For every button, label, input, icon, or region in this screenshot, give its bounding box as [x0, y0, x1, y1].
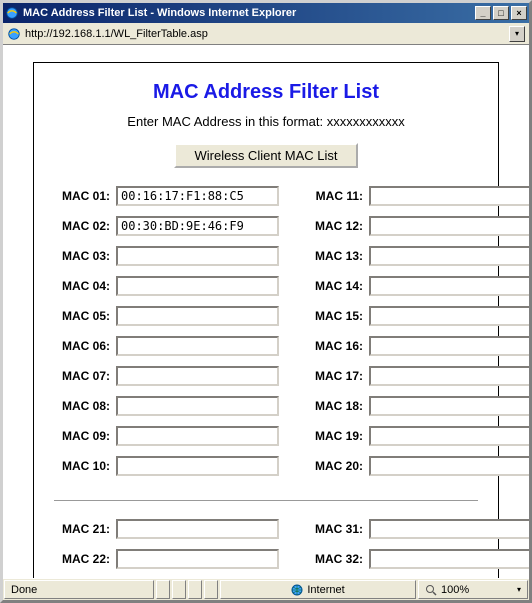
zone-text: Internet [307, 584, 344, 596]
page-content: MAC Address Filter List Enter MAC Addres… [33, 62, 499, 578]
mac-input-02[interactable] [116, 216, 279, 236]
maximize-button[interactable]: □ [493, 6, 509, 20]
mac-input-05[interactable] [116, 306, 279, 326]
mac-label: MAC 15: [307, 309, 363, 323]
mac-label: MAC 21: [54, 522, 110, 536]
mac-columns-top: MAC 01: MAC 02: MAC 03: MAC 04: MAC 05: … [54, 186, 478, 486]
mac-label: MAC 16: [307, 339, 363, 353]
mac-input-20[interactable] [369, 456, 529, 476]
mac-label: MAC 32: [307, 552, 363, 566]
mac-label: MAC 22: [54, 552, 110, 566]
mac-input-14[interactable] [369, 276, 529, 296]
mac-input-09[interactable] [116, 426, 279, 446]
section-divider [54, 500, 478, 501]
mac-label: MAC 06: [54, 339, 110, 353]
window-title: MAC Address Filter List - Windows Intern… [23, 7, 475, 19]
mac-input-04[interactable] [116, 276, 279, 296]
mac-label: MAC 18: [307, 399, 363, 413]
window-controls: _ □ × [475, 6, 527, 20]
status-slot [156, 580, 170, 599]
status-slot [172, 580, 186, 599]
mac-label: MAC 02: [54, 219, 110, 233]
mac-label: MAC 07: [54, 369, 110, 383]
globe-icon [291, 584, 303, 596]
mac-col-right-bottom: MAC 31: MAC 32: MAC 33: [307, 519, 529, 578]
mac-label: MAC 03: [54, 249, 110, 263]
mac-label: MAC 19: [307, 429, 363, 443]
mac-input-17[interactable] [369, 366, 529, 386]
url-dropdown-icon[interactable]: ▾ [509, 26, 525, 42]
mac-label: MAC 31: [307, 522, 363, 536]
page-icon [7, 27, 21, 41]
minimize-button[interactable]: _ [475, 6, 491, 20]
mac-input-22[interactable] [116, 549, 279, 569]
instruction-text: Enter MAC Address in this format: xxxxxx… [54, 114, 478, 129]
mac-input-16[interactable] [369, 336, 529, 356]
mac-label: MAC 08: [54, 399, 110, 413]
mac-input-12[interactable] [369, 216, 529, 236]
mac-label: MAC 09: [54, 429, 110, 443]
mac-col-left-top: MAC 01: MAC 02: MAC 03: MAC 04: MAC 05: … [54, 186, 279, 486]
mac-input-06[interactable] [116, 336, 279, 356]
mac-label: MAC 17: [307, 369, 363, 383]
mac-input-32[interactable] [369, 549, 529, 569]
status-slot [188, 580, 202, 599]
chevron-down-icon[interactable]: ▾ [517, 585, 521, 594]
mac-input-31[interactable] [369, 519, 529, 539]
mac-label: MAC 05: [54, 309, 110, 323]
mac-label: MAC 20: [307, 459, 363, 473]
browser-window: MAC Address Filter List - Windows Intern… [0, 0, 532, 603]
mac-col-right-top: MAC 11: MAC 12: MAC 13: MAC 14: MAC 15: … [307, 186, 529, 486]
status-zone: Internet [220, 580, 416, 599]
mac-input-10[interactable] [116, 456, 279, 476]
status-bar: Done Internet 100% ▾ [3, 578, 529, 600]
mac-label: MAC 04: [54, 279, 110, 293]
page-viewport: MAC Address Filter List Enter MAC Addres… [3, 45, 529, 578]
mac-input-15[interactable] [369, 306, 529, 326]
address-bar: http://192.168.1.1/WL_FilterTable.asp ▾ [3, 23, 529, 45]
mac-input-13[interactable] [369, 246, 529, 266]
mac-input-01[interactable] [116, 186, 279, 206]
mac-label: MAC 12: [307, 219, 363, 233]
zoom-text: 100% [441, 584, 469, 596]
mac-columns-bottom: MAC 21: MAC 22: MAC 23: MAC 31: MAC 32: … [54, 519, 478, 578]
mac-label: MAC 13: [307, 249, 363, 263]
titlebar: MAC Address Filter List - Windows Intern… [3, 3, 529, 23]
url-text[interactable]: http://192.168.1.1/WL_FilterTable.asp [25, 28, 505, 40]
mac-label: MAC 14: [307, 279, 363, 293]
mac-input-19[interactable] [369, 426, 529, 446]
status-zoom[interactable]: 100% ▾ [418, 580, 528, 599]
mac-label: MAC 11: [307, 189, 363, 203]
mac-input-11[interactable] [369, 186, 529, 206]
mac-col-left-bottom: MAC 21: MAC 22: MAC 23: [54, 519, 279, 578]
mac-input-03[interactable] [116, 246, 279, 266]
mac-input-08[interactable] [116, 396, 279, 416]
ie-icon [5, 6, 19, 20]
page-title: MAC Address Filter List [54, 81, 478, 104]
mac-label: MAC 01: [54, 189, 110, 203]
mac-input-21[interactable] [116, 519, 279, 539]
status-done: Done [4, 580, 154, 599]
mac-label: MAC 10: [54, 459, 110, 473]
wireless-client-list-button[interactable]: Wireless Client MAC List [174, 143, 357, 168]
mac-input-18[interactable] [369, 396, 529, 416]
mac-input-07[interactable] [116, 366, 279, 386]
zoom-icon [425, 584, 437, 596]
close-button[interactable]: × [511, 6, 527, 20]
status-slot [204, 580, 218, 599]
